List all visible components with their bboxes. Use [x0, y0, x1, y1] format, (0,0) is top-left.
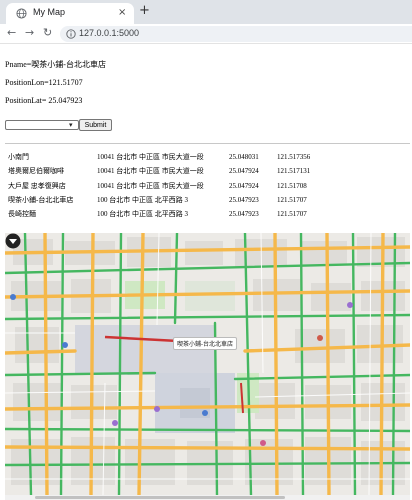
map-tiles [5, 233, 410, 495]
browser-tabstrip: My Map × + [0, 0, 412, 24]
address-bar[interactable]: 127.0.0.1:5000 [60, 26, 412, 42]
map-popup-label: 喫茶小鋪-台北北車店 [173, 337, 237, 350]
tab-title: My Map [33, 7, 66, 17]
table-row: 長崎控麵 100 台北市 中正區 北平西路 3 25.047923 121.51… [5, 207, 310, 221]
browser-toolbar: ← → ↻ 127.0.0.1:5000 [0, 24, 412, 44]
map-marker-icon[interactable] [5, 233, 21, 249]
divider [5, 143, 410, 144]
table-row: 小南門 10041 台北市 中正區 市民大道一段 25.048031 121.5… [5, 150, 310, 164]
scrollbar-thumb[interactable] [35, 496, 285, 499]
place-name: 塔奧爾尼伯爾咖啡 [8, 167, 64, 176]
site-info-icon[interactable] [66, 29, 76, 39]
new-tab-icon[interactable]: + [139, 4, 150, 18]
position-lon-text: PositionLon=121.51707 [5, 78, 83, 87]
place-lon: 121.51707 [277, 196, 307, 205]
forward-arrow-icon[interactable]: → [25, 26, 34, 40]
place-address: 100 台北市 中正區 北平西路 3 [97, 196, 188, 205]
place-lon: 121.51708 [277, 181, 307, 190]
globe-icon [16, 8, 27, 19]
place-lat: 25.047923 [229, 210, 259, 219]
position-lat-text: PositionLat= 25.047923 [5, 96, 83, 105]
place-name: 長崎控麵 [8, 210, 36, 219]
place-lat: 25.047923 [229, 196, 259, 205]
url-text[interactable]: 127.0.0.1:5000 [79, 28, 139, 38]
place-lat: 25.048031 [229, 153, 259, 162]
tab-my-map[interactable]: My Map × [6, 3, 134, 24]
submit-button[interactable]: Submit [79, 119, 112, 131]
place-lon: 121.51707 [277, 210, 307, 219]
place-table: 小南門 10041 台北市 中正區 市民大道一段 25.048031 121.5… [5, 150, 310, 221]
place-address: 10041 台北市 中正區 市民大道一段 [97, 181, 204, 190]
place-address: 100 台北市 中正區 北平西路 3 [97, 210, 188, 219]
pname-text: Pname=喫茶小鋪-台北北車店 [5, 60, 106, 69]
place-address: 10041 台北市 中正區 市民大道一段 [97, 153, 204, 162]
map-view[interactable]: 喫茶小鋪-台北北車店 [5, 233, 410, 495]
place-lon: 121.517356 [277, 153, 311, 162]
place-name: 小南門 [8, 153, 29, 162]
place-name: 喫茶小鋪-台北北車店 [8, 196, 74, 205]
place-name: 大戶屋 忠孝復興店 [8, 181, 66, 190]
table-row: 塔奧爾尼伯爾咖啡 10041 台北市 中正區 市民大道一段 25.047924 … [5, 164, 310, 178]
place-lat: 25.047924 [229, 167, 259, 176]
place-select[interactable] [5, 120, 79, 130]
table-row: 喫茶小鋪-台北北車店 100 台北市 中正區 北平西路 3 25.047923 … [5, 193, 310, 207]
place-lon: 121.517131 [277, 167, 311, 176]
back-arrow-icon[interactable]: ← [7, 26, 16, 40]
horizontal-scrollbar[interactable] [5, 495, 410, 500]
place-address: 10041 台北市 中正區 市民大道一段 [97, 167, 204, 176]
table-row: 大戶屋 忠孝復興店 10041 台北市 中正區 市民大道一段 25.047924… [5, 179, 310, 193]
reload-icon[interactable]: ↻ [43, 26, 52, 40]
place-lat: 25.047924 [229, 181, 259, 190]
close-tab-icon[interactable]: × [118, 6, 126, 19]
